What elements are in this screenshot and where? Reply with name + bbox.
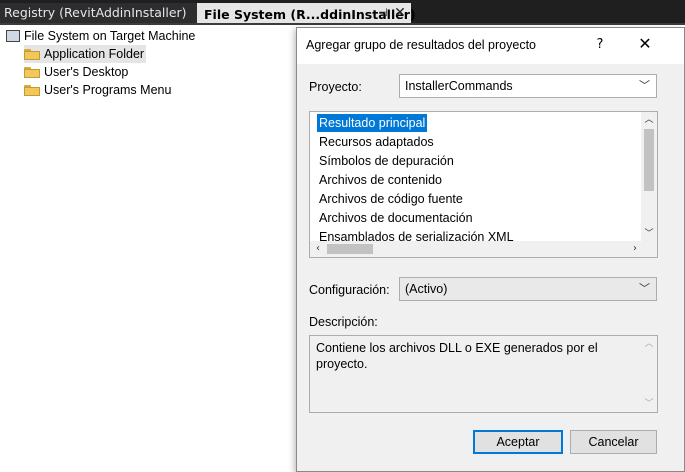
help-icon[interactable]: ?	[590, 36, 610, 54]
configuration-label: Configuración:	[309, 283, 390, 297]
scroll-up-icon: ︿	[644, 339, 654, 349]
description-box: Contiene los archivos DLL o EXE generado…	[309, 335, 658, 413]
folder-icon	[24, 48, 40, 60]
description-label: Descripción:	[309, 315, 378, 329]
project-select[interactable]: InstallerCommands ﹀	[399, 74, 657, 98]
file-system-tree: File System on Target Machine Applicatio…	[0, 27, 300, 472]
chevron-down-icon: ﹀	[639, 80, 650, 92]
pin-tab-icon[interactable]: ⊣	[376, 3, 390, 23]
add-project-output-dialog: Agregar grupo de resultados del proyecto…	[296, 27, 685, 472]
close-tab-icon[interactable]: ✕	[392, 3, 408, 23]
folder-icon	[24, 66, 40, 78]
description-scrollbar: ︿ ﹀	[641, 336, 657, 412]
ok-button[interactable]: Aceptar	[473, 430, 563, 454]
document-tab-strip: Registry (RevitAddinInstaller) File Syst…	[0, 0, 685, 25]
tree-item-label: User's Desktop	[44, 65, 129, 79]
list-item[interactable]: Archivos de código fuente	[317, 190, 465, 208]
configuration-select-value: (Activo)	[405, 282, 448, 296]
tree-item-label: Application Folder	[44, 47, 145, 61]
scroll-down-icon[interactable]: ﹀	[641, 226, 657, 242]
scroll-left-icon[interactable]: ‹	[310, 241, 326, 257]
tree-root[interactable]: File System on Target Machine	[6, 27, 195, 45]
dialog-title: Agregar grupo de resultados del proyecto	[306, 38, 537, 52]
scroll-up-icon[interactable]: ︿	[641, 112, 657, 128]
list-horizontal-scrollbar[interactable]: ‹ ›	[310, 241, 643, 257]
project-select-value: InstallerCommands	[405, 79, 513, 93]
tree-item-label: User's Programs Menu	[44, 83, 172, 97]
tree-item-users-desktop[interactable]: User's Desktop	[24, 63, 128, 81]
configuration-select[interactable]: (Activo) ﹀	[399, 277, 657, 301]
list-item-selected[interactable]: Resultado principal	[315, 113, 429, 133]
project-label: Proyecto:	[309, 80, 362, 94]
scrollbar-corner	[641, 241, 657, 257]
list-item[interactable]: Símbolos de depuración	[317, 152, 456, 170]
scroll-thumb[interactable]	[644, 129, 654, 191]
close-icon[interactable]: ✕	[635, 34, 655, 54]
chevron-down-icon: ﹀	[639, 283, 650, 295]
scroll-down-icon: ﹀	[644, 399, 654, 409]
computer-icon	[6, 29, 20, 42]
list-item[interactable]: Archivos de contenido	[317, 171, 444, 189]
dialog-titlebar: Agregar grupo de resultados del proyecto…	[297, 28, 684, 64]
cancel-button[interactable]: Cancelar	[570, 430, 657, 454]
tree-item-users-programs-menu[interactable]: User's Programs Menu	[24, 81, 171, 99]
list-item[interactable]: Recursos adaptados	[317, 133, 436, 151]
tree-item-application-folder[interactable]: Application Folder	[24, 45, 146, 63]
list-vertical-scrollbar[interactable]: ︿ ﹀	[641, 112, 657, 242]
description-text: Contiene los archivos DLL o EXE generado…	[316, 341, 598, 371]
tree-root-label: File System on Target Machine	[24, 29, 196, 43]
folder-icon	[24, 84, 40, 96]
output-group-list[interactable]: Resultado principal Recursos adaptados S…	[309, 111, 658, 258]
tab-registry[interactable]: Registry (RevitAddinInstaller)	[0, 3, 197, 23]
scroll-thumb[interactable]	[327, 244, 373, 254]
list-item[interactable]: Archivos de documentación	[317, 209, 475, 227]
